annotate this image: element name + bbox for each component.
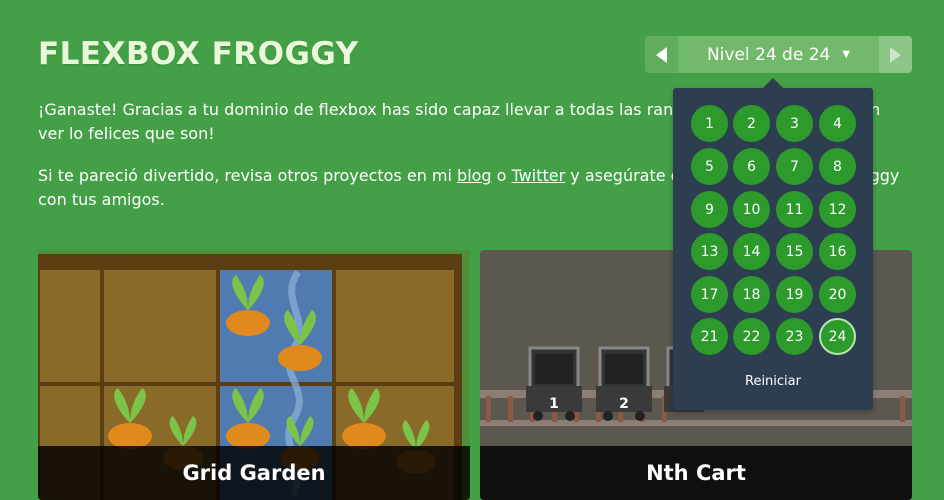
level-navigation: Nivel 24 de 24 ▼ xyxy=(645,36,912,73)
level-button-17[interactable]: 17 xyxy=(691,276,728,313)
level-button-12[interactable]: 12 xyxy=(819,191,856,228)
nth-cart-title: Nth Cart xyxy=(480,446,912,500)
level-button-16[interactable]: 16 xyxy=(819,233,856,270)
level-button-6[interactable]: 6 xyxy=(733,148,770,185)
app-title: FLEXBOX FROGGY xyxy=(38,36,359,72)
level-button-9[interactable]: 9 xyxy=(691,191,728,228)
grid-garden-card[interactable]: Grid Garden xyxy=(38,250,470,500)
level-button-13[interactable]: 13 xyxy=(691,233,728,270)
level-button-14[interactable]: 14 xyxy=(733,233,770,270)
level-button-11[interactable]: 11 xyxy=(776,191,813,228)
level-menu: 1 2 3 4 5 6 7 8 9 10 11 12 13 14 15 16 17 18 19 20 21 22 23 24 … xyxy=(673,78,873,410)
chevron-left-icon xyxy=(656,46,667,63)
level-button-23[interactable]: 23 xyxy=(776,318,813,355)
level-button-3[interactable]: 3 xyxy=(776,105,813,142)
level-button-21[interactable]: 21 xyxy=(691,318,728,355)
caret-down-icon: ▼ xyxy=(842,49,851,60)
level-button-10[interactable]: 10 xyxy=(733,191,770,228)
cart-number-2: 2 xyxy=(619,396,629,412)
level-button-7[interactable]: 7 xyxy=(776,148,813,185)
share-text-before: Si te pareció divertido, revisa otros pr… xyxy=(38,166,458,185)
level-button-20[interactable]: 20 xyxy=(819,276,856,313)
level-button-8[interactable]: 8 xyxy=(819,148,856,185)
level-button-5[interactable]: 5 xyxy=(691,148,728,185)
level-button-22[interactable]: 22 xyxy=(733,318,770,355)
cart-icon: 2 xyxy=(596,346,652,421)
previous-level-button[interactable] xyxy=(645,36,678,73)
next-level-button[interactable] xyxy=(879,36,912,73)
level-indicator-button[interactable]: Nivel 24 de 24 ▼ xyxy=(678,36,879,73)
reset-button[interactable]: Reiniciar xyxy=(673,374,873,389)
blog-link[interactable]: blog xyxy=(457,166,492,185)
level-button-19[interactable]: 19 xyxy=(776,276,813,313)
level-button-15[interactable]: 15 xyxy=(776,233,813,270)
level-button-18[interactable]: 18 xyxy=(733,276,770,313)
cart-number-1: 1 xyxy=(549,396,559,412)
cart-icon: 1 xyxy=(526,346,582,421)
level-button-24[interactable]: 24 xyxy=(819,318,856,355)
level-button-2[interactable]: 2 xyxy=(733,105,770,142)
grid-garden-title: Grid Garden xyxy=(38,446,470,500)
level-indicator-label: Nivel 24 de 24 xyxy=(706,44,831,65)
level-button-1[interactable]: 1 xyxy=(691,105,728,142)
twitter-link[interactable]: Twitter xyxy=(512,166,566,185)
share-text-or: o xyxy=(491,166,512,185)
level-button-4[interactable]: 4 xyxy=(819,105,856,142)
chevron-right-icon xyxy=(890,46,901,63)
